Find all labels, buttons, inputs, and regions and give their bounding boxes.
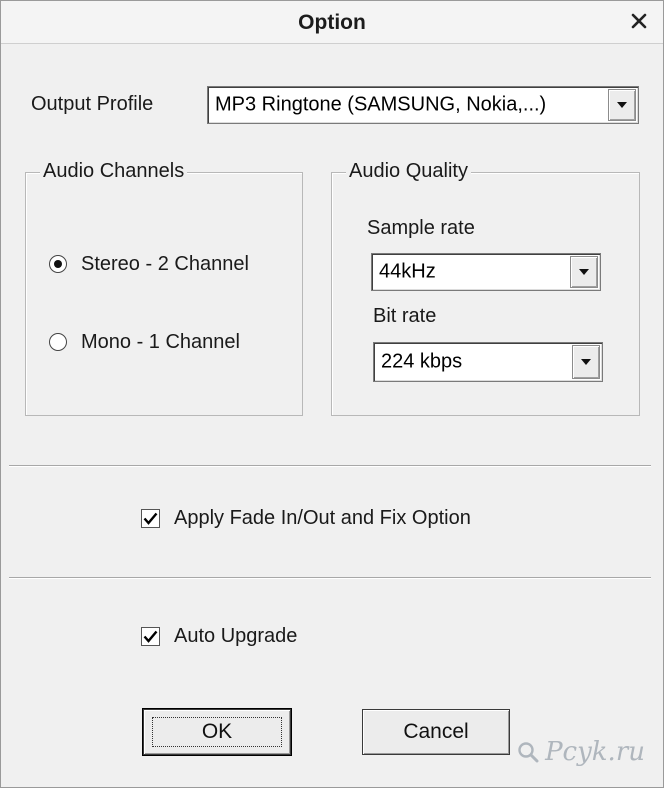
sample-rate-value: 44kHz xyxy=(379,260,436,283)
chevron-down-icon xyxy=(581,359,591,365)
fade-checkbox[interactable] xyxy=(141,509,160,528)
bit-rate-value: 224 kbps xyxy=(381,350,463,373)
bit-rate-select[interactable]: 224 kbps xyxy=(373,342,603,382)
audio-quality-legend: Audio Quality xyxy=(346,160,471,183)
auto-upgrade-checkbox[interactable] xyxy=(141,627,160,646)
bit-rate-dropdown-button[interactable] xyxy=(572,345,600,379)
option-dialog: Option Output Profile MP3 Ringtone (SAMS… xyxy=(0,0,664,788)
separator-bottom xyxy=(9,577,651,579)
title-bar[interactable]: Option xyxy=(1,1,663,44)
mono-radio[interactable] xyxy=(49,333,67,351)
dialog-title: Option xyxy=(298,11,366,34)
sample-rate-dropdown-button[interactable] xyxy=(570,256,598,288)
watermark-text: Pcyk.ru xyxy=(545,737,645,767)
sample-rate-select[interactable]: 44kHz xyxy=(371,253,601,291)
sample-rate-label: Sample rate xyxy=(367,217,475,239)
close-button[interactable] xyxy=(625,7,653,35)
radio-selected-dot xyxy=(54,260,62,268)
focus-rectangle xyxy=(152,717,282,747)
output-profile-label: Output Profile xyxy=(31,93,154,115)
stereo-label[interactable]: Stereo - 2 Channel xyxy=(81,253,249,276)
output-profile-select[interactable]: MP3 Ringtone (SAMSUNG, Nokia,...) xyxy=(207,86,639,124)
mono-label[interactable]: Mono - 1 Channel xyxy=(81,331,240,354)
auto-upgrade-label[interactable]: Auto Upgrade xyxy=(174,625,297,648)
chevron-down-icon xyxy=(579,269,589,275)
separator-top xyxy=(9,465,651,467)
fade-label[interactable]: Apply Fade In/Out and Fix Option xyxy=(174,507,471,530)
output-profile-dropdown-button[interactable] xyxy=(608,89,636,121)
close-icon xyxy=(631,13,647,29)
stereo-radio[interactable] xyxy=(49,255,67,273)
magnifier-icon xyxy=(518,742,539,763)
cancel-button-label: Cancel xyxy=(403,720,469,743)
checkmark-icon xyxy=(143,512,158,525)
output-profile-value: MP3 Ringtone (SAMSUNG, Nokia,...) xyxy=(215,93,547,116)
audio-channels-legend: Audio Channels xyxy=(40,160,188,183)
checkmark-icon xyxy=(143,630,158,643)
watermark-logo: Pcyk.ru xyxy=(517,737,645,767)
ok-button[interactable]: OK xyxy=(142,708,292,756)
chevron-down-icon xyxy=(617,102,627,108)
audio-channels-group: Audio Channels xyxy=(25,160,303,416)
bit-rate-label: Bit rate xyxy=(373,305,437,327)
cancel-button[interactable]: Cancel xyxy=(362,709,510,755)
